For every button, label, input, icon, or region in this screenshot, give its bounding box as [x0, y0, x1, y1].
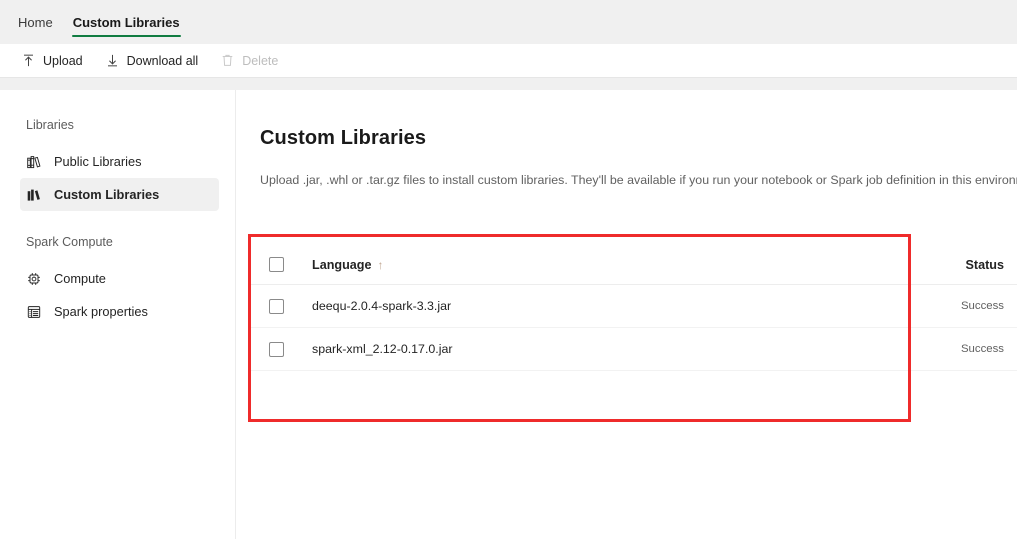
- sidebar-item-public-libraries[interactable]: Public Libraries: [20, 145, 219, 178]
- download-icon: [105, 53, 120, 68]
- sidebar: Libraries Public Libraries Custom Librar…: [0, 90, 236, 539]
- toolbar-divider-band: [0, 78, 1017, 90]
- row-select-cell: [269, 298, 312, 314]
- column-header-status-label: Status: [965, 257, 1005, 272]
- upload-button[interactable]: Upload: [12, 48, 92, 74]
- download-all-button[interactable]: Download all: [96, 48, 208, 74]
- sidebar-item-spark-properties[interactable]: Spark properties: [20, 295, 219, 328]
- status-badge: Success: [960, 300, 1004, 312]
- sidebar-section-libraries: Libraries: [26, 118, 74, 132]
- select-all-checkbox[interactable]: [269, 257, 284, 272]
- row-checkbox[interactable]: [269, 298, 284, 314]
- library-name: spark-xml_2.12-0.17.0.jar: [312, 342, 453, 356]
- table-row[interactable]: deequ-2.0.4-spark-3.3.jar Success: [250, 285, 1017, 328]
- select-all-cell: [269, 257, 312, 272]
- library-name: deequ-2.0.4-spark-3.3.jar: [312, 299, 452, 313]
- sidebar-item-compute-label: Compute: [54, 271, 106, 286]
- delete-button: Delete: [211, 48, 287, 74]
- row-select-cell: [269, 341, 312, 357]
- tab-home-label: Home: [18, 14, 53, 30]
- table-row[interactable]: spark-xml_2.12-0.17.0.jar Success: [250, 328, 1017, 371]
- row-language-cell: deequ-2.0.4-spark-3.3.jar: [312, 299, 867, 313]
- table-header-row: Language ↑ Status: [250, 245, 1017, 285]
- delete-label: Delete: [242, 53, 279, 68]
- sidebar-item-spark-properties-label: Spark properties: [54, 304, 148, 319]
- page-title: Custom Libraries: [260, 127, 427, 149]
- tab-strip: Home Custom Libraries: [0, 0, 1017, 44]
- tab-custom-libraries[interactable]: Custom Libraries: [63, 0, 190, 44]
- column-header-status[interactable]: Status: [867, 258, 1017, 272]
- upload-label: Upload: [43, 53, 83, 68]
- column-header-language-label: Language: [312, 257, 372, 272]
- download-all-label: Download all: [126, 53, 199, 68]
- column-header-language[interactable]: Language ↑: [312, 258, 867, 272]
- page-description: Upload .jar, .whl or .tar.gz files to in…: [260, 173, 1017, 187]
- list-table-icon: [26, 304, 42, 320]
- sidebar-item-compute[interactable]: Compute: [20, 262, 219, 295]
- row-language-cell: spark-xml_2.12-0.17.0.jar: [312, 342, 867, 356]
- sidebar-item-public-libraries-label: Public Libraries: [54, 154, 142, 169]
- sidebar-item-custom-libraries[interactable]: Custom Libraries: [20, 178, 219, 211]
- books-filled-icon: [26, 187, 42, 203]
- toolbar: Upload Download all Delete: [0, 44, 1017, 78]
- trash-icon: [220, 53, 235, 68]
- upload-icon: [21, 53, 36, 68]
- books-outline-icon: [26, 154, 42, 170]
- sort-ascending-icon: ↑: [377, 257, 384, 272]
- tab-home[interactable]: Home: [8, 0, 63, 44]
- sidebar-item-custom-libraries-label: Custom Libraries: [54, 187, 160, 202]
- row-status-cell: Success: [867, 343, 1017, 355]
- status-badge: Success: [960, 343, 1004, 355]
- row-checkbox[interactable]: [269, 341, 284, 357]
- body-area: Libraries Public Libraries Custom Librar…: [0, 90, 1017, 539]
- tab-custom-libraries-label: Custom Libraries: [72, 14, 180, 30]
- cpu-chip-icon: [26, 271, 42, 287]
- row-status-cell: Success: [867, 300, 1017, 312]
- sidebar-section-spark-compute: Spark Compute: [26, 235, 113, 249]
- main-content: Custom Libraries Upload .jar, .whl or .t…: [237, 90, 1017, 539]
- libraries-table: Language ↑ Status deequ-2.0.4-spark-3.3.…: [250, 245, 1017, 371]
